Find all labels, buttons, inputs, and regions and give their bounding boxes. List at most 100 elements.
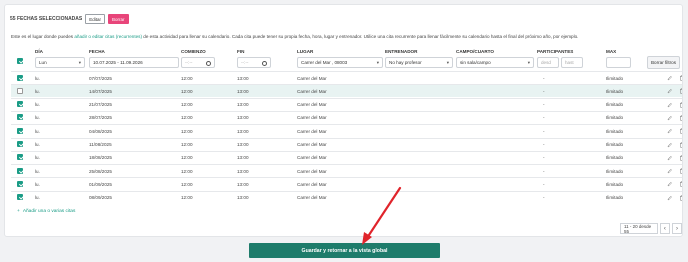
delete-selected-button[interactable]: Borrar <box>108 14 129 24</box>
participants-from-input[interactable]: desd <box>537 57 559 68</box>
table-row: lu. 11/08/2025 12:00 13:00 Carrer del Mar - Il… <box>11 137 683 151</box>
pencil-icon[interactable] <box>667 88 672 94</box>
cell-day: lu. <box>35 88 40 94</box>
reset-filters-button[interactable]: Borrar filtros <box>647 56 680 69</box>
selection-count: 55 FECHAS SELECCIONADAS <box>10 16 83 22</box>
pencil-icon[interactable] <box>667 128 672 134</box>
trash-icon[interactable] <box>679 168 683 174</box>
cell-participants: - <box>543 75 545 81</box>
cell-date: 14/07/2025 <box>89 88 112 94</box>
trash-icon[interactable] <box>679 181 683 188</box>
table-row: lu. 25/08/2025 12:00 13:00 Carrer del Mar - Il… <box>11 164 682 177</box>
end-time-filter[interactable]: --:-- <box>237 57 271 68</box>
cell-start: 12:00 <box>181 75 193 81</box>
chevron-down-icon: ▾ <box>446 60 449 65</box>
row-checkbox[interactable] <box>17 194 23 201</box>
day-filter-value: Lun <box>39 60 47 65</box>
pencil-icon[interactable] <box>667 102 672 108</box>
cell-day: lu. <box>35 155 40 161</box>
edit-selected-button[interactable]: Editar <box>85 14 105 24</box>
max-filter-input[interactable] <box>606 57 631 68</box>
cell-start: 12:00 <box>181 88 193 94</box>
table-row: lu. 01/09/2025 12:00 13:00 Carrer del Mar - Il… <box>11 177 682 190</box>
table-row: lu. 14/07/2025 12:00 13:00 Carrer del Mar - Il… <box>11 84 683 98</box>
trash-icon[interactable] <box>679 155 683 161</box>
end-time-placeholder: --:-- <box>241 60 249 65</box>
pencil-icon[interactable] <box>667 181 672 187</box>
trainer-filter-select[interactable]: No hay profesor ▾ <box>385 57 453 68</box>
trash-icon[interactable] <box>679 195 683 201</box>
day-filter-select[interactable]: Lun ▾ <box>35 57 85 68</box>
select-all-checkbox[interactable] <box>17 58 23 64</box>
add-appointments-link[interactable]: + Añadir una o varias citas <box>17 209 75 214</box>
row-checkbox[interactable] <box>17 180 23 187</box>
row-checkbox[interactable] <box>17 167 23 174</box>
selection-bar: 55 FECHAS SELECCIONADAS Editar Borrar <box>10 13 129 25</box>
table-row: lu. 08/09/2025 12:00 13:00 Carrer del Mar - Il… <box>11 190 683 204</box>
intro-before: Este es el lugar donde puedes <box>11 34 74 39</box>
field-filter-value: sin sala/campo <box>460 60 491 65</box>
cell-place: Carrer del Mar <box>297 75 327 81</box>
pencil-icon[interactable] <box>667 115 672 121</box>
col-end-header: Fin <box>237 49 245 54</box>
table-row: lu. 21/07/2025 12:00 13:00 Carrer del Mar - Il… <box>11 97 683 111</box>
intro-text: Este es el lugar donde puedes añadir o e… <box>11 34 681 39</box>
add-appointments-label: Añadir una o varias citas <box>22 209 76 214</box>
pencil-icon[interactable] <box>667 168 672 174</box>
row-checkbox[interactable] <box>17 74 23 81</box>
trash-icon[interactable] <box>679 142 683 148</box>
next-page-button[interactable]: › <box>671 223 682 234</box>
cell-max: Ilimitado <box>606 142 624 147</box>
cell-place: Carrer del Mar <box>297 115 327 121</box>
row-checkbox[interactable] <box>17 87 23 94</box>
row-checkbox[interactable] <box>17 101 23 108</box>
cell-start: 12:00 <box>181 181 193 187</box>
participants-to-input[interactable]: hast <box>561 57 583 68</box>
row-checkbox[interactable] <box>17 154 23 161</box>
cell-max: Ilimitado <box>606 128 624 134</box>
cell-date: 25/08/2025 <box>89 168 112 174</box>
trash-icon[interactable] <box>679 102 683 108</box>
trash-icon[interactable] <box>679 115 683 121</box>
pencil-icon[interactable] <box>667 75 672 81</box>
cell-place: Carrer del Mar <box>297 195 327 201</box>
start-time-placeholder: --:-- <box>185 60 193 65</box>
col-participants-header: Participantes <box>537 49 574 54</box>
cell-start: 12:00 <box>181 115 193 121</box>
cell-max: Ilimitado <box>606 168 624 174</box>
intro-link[interactable]: añadir o editar citas (recurrentes) <box>74 34 142 39</box>
row-checkbox[interactable] <box>17 114 23 121</box>
row-checkbox[interactable] <box>17 141 23 147</box>
start-time-filter[interactable]: --:-- <box>181 57 215 68</box>
cell-end: 13:00 <box>237 155 249 161</box>
cell-end: 13:00 <box>237 102 249 108</box>
trainer-filter-value: No hay profesor <box>389 60 422 65</box>
trash-icon[interactable] <box>679 88 683 95</box>
date-range-filter[interactable]: 10.07.2025 - 11.09.2026 <box>89 57 179 68</box>
cell-place: Carrer del Mar <box>297 102 327 108</box>
cell-day: lu. <box>35 142 40 147</box>
cell-end: 13:00 <box>237 195 249 201</box>
cell-date: 04/08/2025 <box>89 128 112 134</box>
place-filter-select[interactable]: Carrer del Mar , 08003 ▾ <box>297 57 383 68</box>
place-filter-value: Carrer del Mar , 08003 <box>301 60 348 65</box>
cell-date: 11/08/2025 <box>89 142 112 147</box>
trash-icon[interactable] <box>679 128 683 134</box>
trash-icon[interactable] <box>679 75 683 81</box>
prev-page-button[interactable]: ‹ <box>659 223 670 234</box>
cell-date: 18/08/2025 <box>89 155 112 161</box>
pencil-icon[interactable] <box>667 142 672 148</box>
chevron-down-icon: ▾ <box>527 60 530 65</box>
field-filter-select[interactable]: sin sala/campo ▾ <box>456 57 534 68</box>
pencil-icon[interactable] <box>667 155 672 161</box>
cell-date: 21/07/2025 <box>89 102 112 108</box>
row-checkbox[interactable] <box>17 127 23 134</box>
pencil-icon[interactable] <box>667 195 672 201</box>
chevron-down-icon: ▾ <box>376 60 379 65</box>
save-and-return-button[interactable]: Guardar y retornar a la vista global <box>249 243 440 258</box>
pagination-info: 11 - 20 desde 55 <box>620 223 658 234</box>
cell-end: 13:00 <box>237 142 249 147</box>
cell-place: Carrer del Mar <box>297 181 327 187</box>
cell-end: 13:00 <box>237 181 249 187</box>
cell-date: 28/07/2025 <box>89 115 112 121</box>
